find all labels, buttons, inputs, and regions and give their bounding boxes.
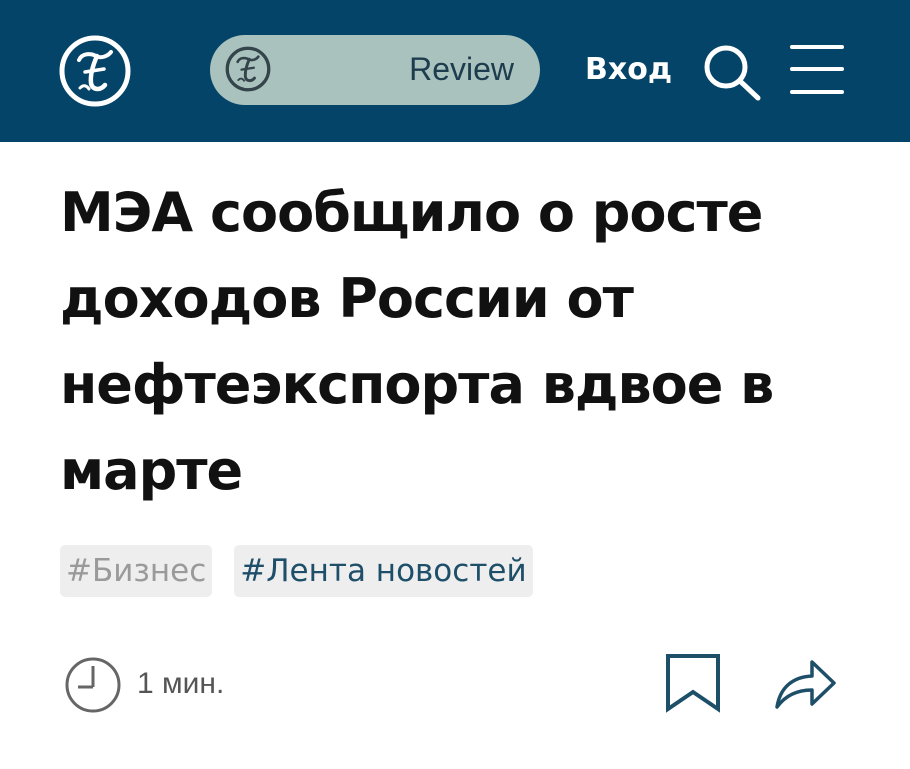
hamburger-menu-icon[interactable] — [790, 42, 848, 100]
clock-icon — [65, 657, 121, 713]
share-arrow-icon — [775, 660, 836, 709]
top-header: Review Вход — [0, 0, 910, 142]
read-time: 1 мин. — [137, 667, 225, 700]
menu-bar — [790, 90, 844, 94]
review-label: Review — [409, 51, 514, 87]
share-button[interactable] — [772, 652, 838, 712]
newspaper-logo-icon — [225, 46, 271, 92]
page: Review Вход МЭА сообщило о росте доходов… — [0, 0, 910, 769]
tag-list: #Бизнес #Лента новостей — [60, 545, 533, 597]
bookmark-icon — [666, 654, 720, 713]
tag-business[interactable]: #Бизнес — [60, 545, 213, 597]
search-button[interactable] — [701, 42, 763, 102]
menu-bar — [790, 67, 844, 71]
bookmark-button[interactable] — [664, 652, 722, 714]
menu-bar — [790, 45, 844, 49]
login-link[interactable]: Вход — [585, 50, 672, 90]
tag-news-feed[interactable]: #Лента новостей — [234, 545, 533, 597]
newspaper-logo-icon[interactable] — [58, 34, 132, 108]
review-button[interactable]: Review — [210, 35, 540, 105]
article-title: МЭА сообщило о росте доходов России от н… — [60, 181, 774, 502]
search-icon — [704, 45, 761, 101]
